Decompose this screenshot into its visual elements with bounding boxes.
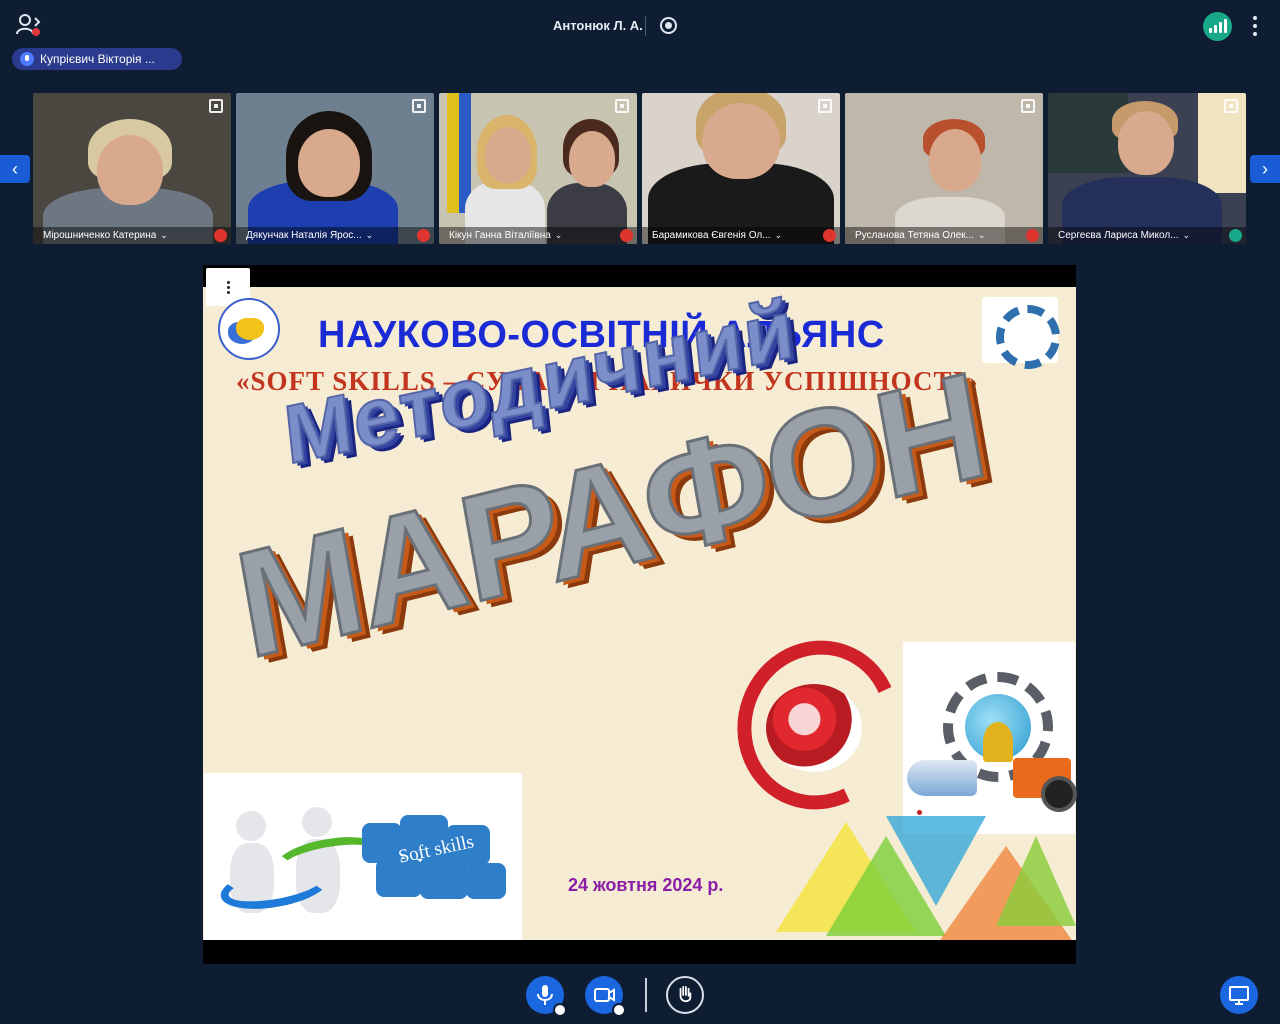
- participant-name: Русланова Тетяна Олек...: [855, 230, 974, 241]
- expand-icon[interactable]: [818, 99, 832, 113]
- previous-page-button[interactable]: ‹: [0, 155, 30, 183]
- hand-icon: [679, 986, 692, 1003]
- notification-dot: [32, 28, 40, 36]
- slide-date: 24 жовтня 2024 р.: [568, 875, 724, 895]
- participant-tile[interactable]: Кікун Ганна Віталіївна ⌄: [439, 93, 637, 244]
- puzzle-illustration: Soft skills: [362, 809, 522, 909]
- dnz-seal-logo: [713, 617, 923, 833]
- participant-name: Барамикова Євгенія Ол...: [652, 230, 771, 241]
- alliance-logo: [218, 298, 280, 360]
- mic-active-icon: [1229, 229, 1242, 242]
- expand-icon[interactable]: [412, 99, 426, 113]
- more-vertical-icon[interactable]: [1248, 14, 1262, 38]
- top-bar: Антонюк Л. А.: [0, 0, 1280, 50]
- mic-muted-icon: [417, 229, 430, 242]
- geometric-decoration: [766, 816, 1076, 940]
- chevron-down-icon[interactable]: ⌄: [775, 230, 783, 241]
- participant-tile[interactable]: Русланова Тетяна Олек... ⌄: [845, 93, 1043, 244]
- microphone-icon: [20, 52, 34, 66]
- screen-share-icon: [1229, 986, 1249, 1005]
- center-seal-logo: [903, 642, 1077, 834]
- meeting-title: Антонюк Л. А.: [553, 18, 643, 33]
- chevron-down-icon[interactable]: ⌄: [366, 230, 374, 241]
- active-speaker-name: Купрієвич Вікторія ...: [40, 52, 155, 66]
- participant-tile[interactable]: Сергеєва Лариса Микол... ⌄: [1048, 93, 1246, 244]
- chevron-down-icon[interactable]: ⌄: [1183, 230, 1191, 241]
- settings-badge-icon[interactable]: [612, 1003, 626, 1017]
- mic-muted-icon: [1026, 229, 1039, 242]
- participant-tile[interactable]: Мірошниченко Катерина ⌄: [33, 93, 231, 244]
- participant-strip: Мірошниченко Катерина ⌄ Дякунчак Наталія …: [33, 93, 1248, 244]
- expand-icon[interactable]: [615, 99, 629, 113]
- chevron-down-icon[interactable]: ⌄: [555, 230, 563, 241]
- expand-icon[interactable]: [209, 99, 223, 113]
- record-icon[interactable]: [660, 17, 677, 34]
- participant-name: Мірошниченко Катерина: [43, 230, 157, 241]
- camera-button[interactable]: [585, 976, 626, 1017]
- participant-name: Сергеєва Лариса Микол...: [1058, 230, 1179, 241]
- mic-muted-icon: [823, 229, 836, 242]
- next-page-button[interactable]: ›: [1250, 155, 1280, 183]
- participant-name: Дякунчак Наталія Ярос...: [246, 230, 362, 241]
- participant-name: Кікун Ганна Віталіївна: [449, 230, 551, 241]
- expand-icon[interactable]: [1224, 99, 1238, 113]
- toolbar-divider: [645, 978, 647, 1012]
- raise-hand-button[interactable]: [666, 976, 704, 1014]
- mic-muted-icon: [620, 229, 633, 242]
- institution-logo: [982, 297, 1060, 369]
- more-vertical-icon: [226, 280, 230, 295]
- chevron-down-icon[interactable]: ⌄: [160, 230, 168, 241]
- settings-badge-icon[interactable]: [553, 1003, 567, 1017]
- microphone-button[interactable]: [526, 976, 567, 1017]
- title-divider: [645, 16, 646, 36]
- participant-tile[interactable]: Барамикова Євгенія Ол... ⌄: [642, 93, 840, 244]
- expand-icon[interactable]: [1021, 99, 1035, 113]
- bottom-toolbar: [0, 964, 1280, 1024]
- participant-tile[interactable]: Дякунчак Наталія Ярос... ⌄: [236, 93, 434, 244]
- active-speaker-pill[interactable]: Купрієвич Вікторія ...: [12, 48, 182, 70]
- signal-icon[interactable]: [1203, 12, 1232, 41]
- mic-muted-icon: [214, 229, 227, 242]
- screen-share-button[interactable]: [1220, 976, 1258, 1014]
- chevron-down-icon[interactable]: ⌄: [978, 230, 986, 241]
- handshake-illustration: Soft skills: [204, 773, 522, 940]
- participants-icon[interactable]: [14, 12, 42, 38]
